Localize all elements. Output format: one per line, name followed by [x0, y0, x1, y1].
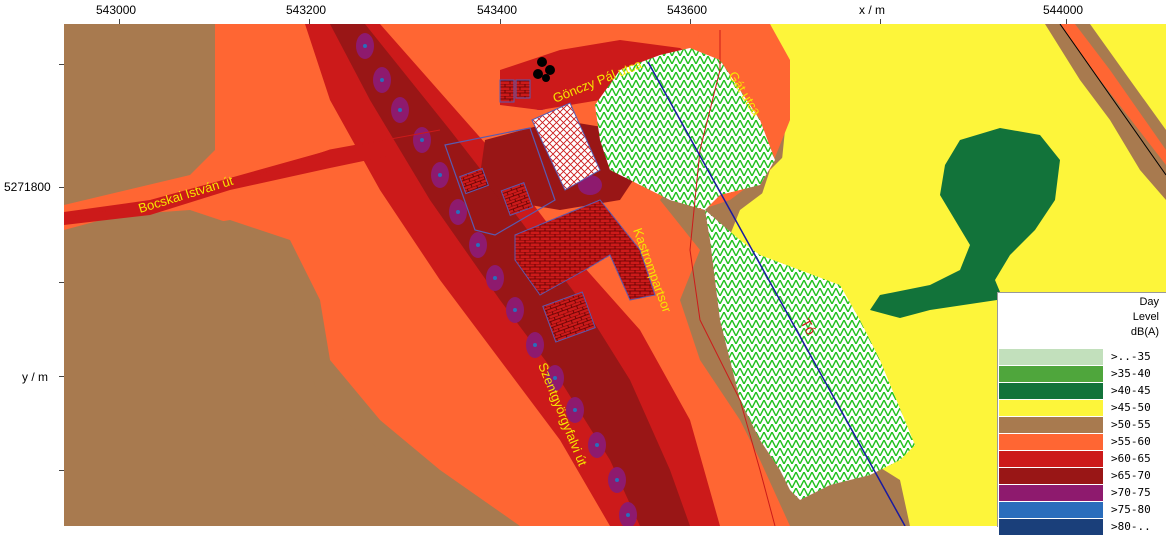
legend-item: >50-55 — [998, 417, 1166, 433]
legend-label: >40-45 — [1111, 384, 1151, 397]
legend-item: >60-65 — [998, 451, 1166, 467]
legend-swatch — [999, 417, 1103, 433]
legend-item: >40-45 — [998, 383, 1166, 399]
legend-item: >80-.. — [998, 519, 1166, 535]
legend-swatch — [999, 383, 1103, 399]
legend-item: >65-70 — [998, 468, 1166, 484]
legend-label: >55-60 — [1111, 435, 1151, 448]
left-axis: 5271800 y / m — [0, 24, 65, 526]
legend-label: >70-75 — [1111, 486, 1151, 499]
legend-swatch — [999, 349, 1103, 365]
legend-swatch — [999, 485, 1103, 501]
legend-title: Day Level dB(A) — [1131, 295, 1159, 340]
legend-label: >45-50 — [1111, 401, 1151, 414]
legend-label: >60-65 — [1111, 452, 1151, 465]
legend-label: >50-55 — [1111, 418, 1151, 431]
legend-title-line: Day — [1139, 296, 1159, 308]
legend: Day Level dB(A) >..-35 >35-40 >40-45 >45… — [997, 292, 1166, 535]
legend-item: >75-80 — [998, 502, 1166, 518]
legend-title-line: dB(A) — [1130, 326, 1159, 338]
y-tick-label: 5271800 — [4, 180, 51, 194]
legend-item: >45-50 — [998, 400, 1166, 416]
legend-label: >35-40 — [1111, 367, 1151, 380]
legend-label: >75-80 — [1111, 503, 1151, 516]
x-tick-label: 544000 — [1043, 3, 1084, 17]
legend-item: >..-35 — [998, 349, 1166, 365]
legend-swatch — [999, 366, 1103, 382]
x-tick-label: 543600 — [667, 3, 708, 17]
legend-label: >80-.. — [1111, 520, 1151, 533]
x-tick-label: 543000 — [96, 3, 137, 17]
legend-item: >55-60 — [998, 434, 1166, 450]
legend-label: >..-35 — [1111, 350, 1151, 363]
legend-swatch — [999, 502, 1103, 518]
legend-label: >65-70 — [1111, 469, 1151, 482]
legend-item: >35-40 — [998, 366, 1166, 382]
legend-swatch — [999, 451, 1103, 467]
legend-swatch — [999, 519, 1103, 535]
legend-swatch — [999, 434, 1103, 450]
legend-swatch — [999, 400, 1103, 416]
x-axis-title: x / m — [859, 3, 885, 17]
y-axis-title: y / m — [22, 370, 48, 384]
x-tick-label: 543400 — [477, 3, 518, 17]
legend-swatch — [999, 468, 1103, 484]
legend-title-line: Level — [1132, 311, 1159, 323]
legend-item: >70-75 — [998, 485, 1166, 501]
x-tick-label: 543200 — [286, 3, 327, 17]
top-axis: 543000 543200 543400 543600 x / m 544000 — [0, 0, 1166, 25]
